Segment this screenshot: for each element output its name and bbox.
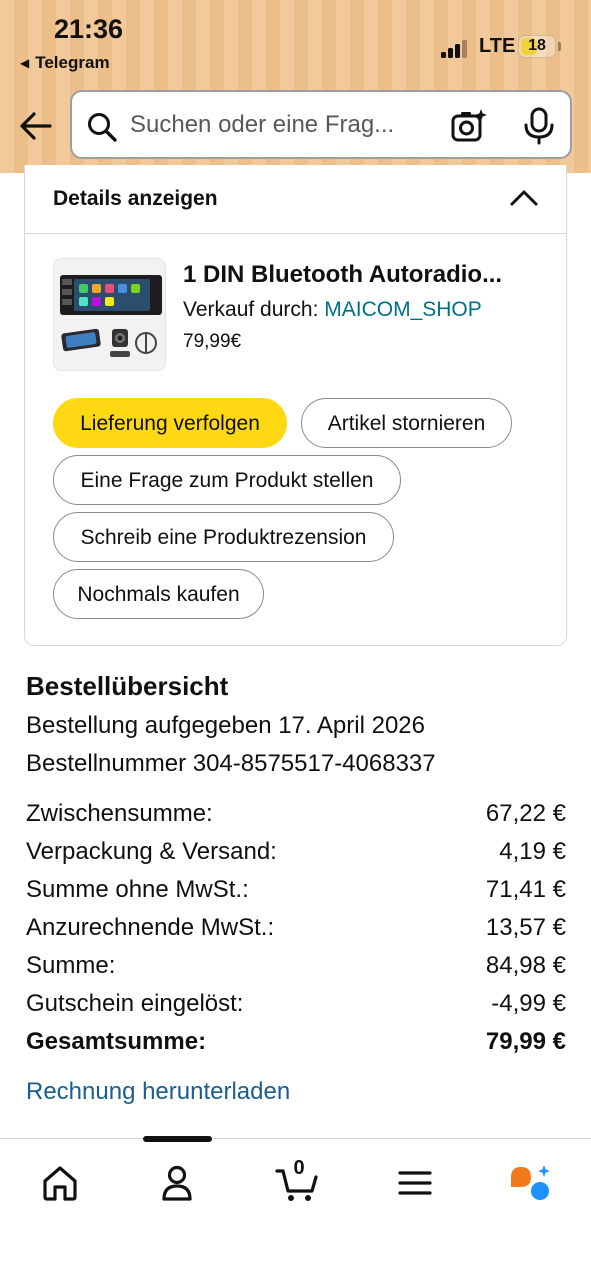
details-toggle[interactable]: Details anzeigen [25, 165, 566, 234]
chevron-up-icon[interactable] [509, 185, 539, 209]
rufus-assistant-icon[interactable] [509, 1163, 553, 1203]
row-value: 71,41 € [485, 876, 566, 903]
order-item-card: Details anzeigen 1 DIN Bluetooth Autorad… [24, 165, 567, 646]
row-label: Anzurechnende MwSt.: [26, 914, 275, 941]
row-value: 79,99 € [485, 1028, 566, 1055]
back-app-label: Telegram [35, 53, 110, 72]
cancel-item-button[interactable]: Artikel stornieren [301, 398, 512, 448]
product-price: 79,99€ [183, 331, 242, 352]
write-review-button[interactable]: Schreib eine Produktrezension [53, 512, 394, 562]
row-value: 67,22 € [485, 800, 566, 827]
seller-line: Verkauf durch: MAICOM_SHOP [183, 298, 482, 322]
battery-tip [558, 42, 561, 51]
product-title[interactable]: 1 DIN Bluetooth Autoradio... [183, 261, 543, 289]
active-tab-indicator [143, 1136, 212, 1142]
battery-level: 18 [528, 37, 546, 54]
summary-row-total: Gesamtsumme: 79,99 € [26, 1028, 566, 1058]
search-icon [88, 113, 117, 142]
car-radio-image [54, 259, 165, 370]
order-date: Bestellung aufgegeben 17. April 2026 [26, 712, 425, 739]
details-label: Details anzeigen [53, 187, 218, 210]
track-delivery-button[interactable]: Lieferung verfolgen [53, 398, 287, 448]
order-number: Bestellnummer 304-8575517-4068337 [26, 750, 436, 777]
status-time: 21:36 [54, 14, 124, 44]
summary-row-net: Summe ohne MwSt.: 71,41 € [26, 876, 566, 906]
signal-icon [441, 38, 471, 58]
row-label: Summe ohne MwSt.: [26, 876, 249, 903]
row-value: 84,98 € [485, 952, 566, 979]
account-icon[interactable] [157, 1163, 197, 1203]
summary-row-vat: Anzurechnende MwSt.: 13,57 € [26, 914, 566, 944]
home-icon[interactable] [40, 1163, 80, 1203]
search-input[interactable] [130, 106, 420, 144]
summary-row-sum: Summe: 84,98 € [26, 952, 566, 982]
bottom-navigation: 0 [0, 1136, 591, 1280]
back-triangle-icon: ◀ [20, 56, 30, 70]
row-value: -4,99 € [491, 990, 566, 1017]
seller-link[interactable]: MAICOM_SHOP [324, 298, 482, 321]
back-to-app-link[interactable]: ◀ Telegram [20, 53, 110, 73]
row-value: 4,19 € [499, 838, 566, 865]
summary-row-voucher: Gutschein eingelöst: -4,99 € [26, 990, 566, 1020]
row-value: 13,57 € [485, 914, 566, 941]
row-label: Summe: [26, 952, 116, 979]
product-image[interactable] [53, 258, 166, 371]
cart-count: 0 [293, 1157, 305, 1179]
seller-prefix: Verkauf durch: [183, 298, 325, 321]
camera-search-icon[interactable] [450, 107, 488, 145]
battery-icon: 18 [518, 35, 556, 58]
app-header: 21:36 ◀ Telegram LTE 18 [0, 0, 591, 173]
row-label: Zwischensumme: [26, 800, 213, 827]
summary-row-subtotal: Zwischensumme: 67,22 € [26, 800, 566, 830]
buy-again-button[interactable]: Nochmals kaufen [53, 569, 264, 619]
menu-icon[interactable] [395, 1163, 435, 1203]
microphone-icon[interactable] [522, 107, 556, 145]
order-summary-title: Bestellübersicht [26, 671, 229, 701]
back-arrow-icon[interactable] [18, 108, 54, 144]
row-label: Gesamtsumme: [26, 1028, 207, 1055]
row-label: Verpackung & Versand: [26, 838, 277, 865]
row-label: Gutschein eingelöst: [26, 990, 244, 1017]
download-invoice-link[interactable]: Rechnung herunterladen [26, 1078, 290, 1106]
summary-row-shipping: Verpackung & Versand: 4,19 € [26, 838, 566, 868]
ask-question-button[interactable]: Eine Frage zum Produkt stellen [53, 455, 401, 505]
network-label: LTE [479, 35, 516, 57]
search-bar[interactable] [70, 90, 572, 159]
